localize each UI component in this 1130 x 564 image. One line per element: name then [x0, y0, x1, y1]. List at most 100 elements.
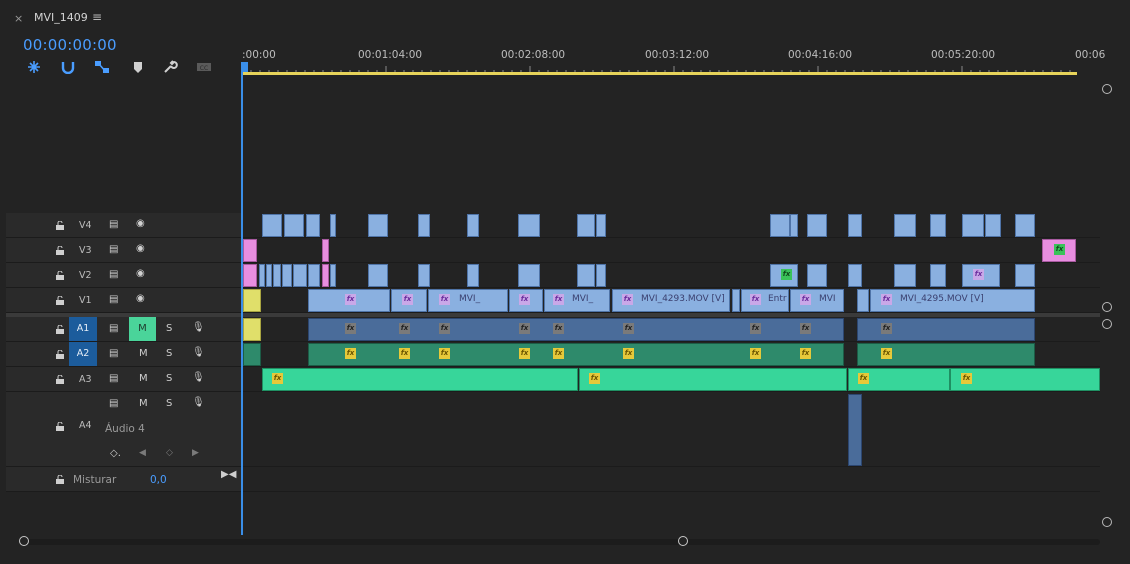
lock-icon[interactable]	[56, 324, 64, 334]
mic-icon[interactable]: 🎙	[192, 347, 205, 358]
work-area-bar[interactable]	[242, 72, 1077, 75]
snap-icon[interactable]	[60, 60, 76, 74]
add-marker-icon[interactable]	[130, 60, 146, 74]
lock-icon[interactable]	[56, 349, 64, 359]
timeline-tracks: V4 ▤ ◉ V3 ▤ ◉ V2 ▤ ◉ V1 ▤ ◉ A1 ▤ M S 🎙 A…	[6, 213, 1100, 493]
lock-icon[interactable]	[56, 270, 64, 280]
lane-v1[interactable]	[242, 288, 1100, 313]
menu-icon[interactable]: ≡	[92, 10, 102, 24]
scroll-handle[interactable]	[1102, 302, 1112, 312]
ruler-label: 00:05:20:00	[931, 49, 996, 61]
ruler-label: 00:04:16:00	[788, 49, 853, 61]
lane-a2[interactable]	[242, 342, 1100, 367]
nest-icon[interactable]	[26, 60, 42, 74]
ruler-label: 00:01:04:00	[358, 49, 423, 61]
lane-v2[interactable]	[242, 263, 1100, 288]
keyframe-options-icon[interactable]: ◇.	[110, 448, 121, 459]
time-ruler[interactable]: :00:00 00:01:04:00 00:02:08:00 00:03:12:…	[242, 44, 1105, 78]
scroll-handle[interactable]	[678, 536, 688, 546]
close-icon[interactable]: ×	[14, 12, 23, 25]
go-to-end-icon[interactable]: ▶◀	[221, 469, 236, 480]
track-header-a2: A2 ▤ M S 🎙	[6, 342, 242, 367]
mic-icon[interactable]: 🎙	[192, 372, 205, 383]
track-name: V4	[79, 220, 92, 231]
scroll-handle[interactable]	[19, 536, 29, 546]
track-header-a4: ▤ M S 🎙 A4 Áudio 4 ◇. ◀ ◇ ▶	[6, 392, 242, 467]
prev-keyframe-icon[interactable]: ◀	[139, 448, 146, 458]
next-keyframe-icon[interactable]: ▶	[192, 448, 199, 458]
scroll-handle[interactable]	[1102, 84, 1112, 94]
mute-button[interactable]: M	[139, 373, 148, 384]
sync-lock-icon[interactable]: ▤	[109, 398, 118, 409]
wrench-icon[interactable]	[162, 60, 178, 74]
lane-a1[interactable]	[242, 317, 1100, 342]
track-name: V1	[79, 295, 92, 306]
solo-button[interactable]: S	[166, 373, 172, 384]
eye-icon[interactable]: ◉	[136, 218, 145, 229]
track-name: V3	[79, 245, 92, 256]
eye-icon[interactable]: ◉	[136, 243, 145, 254]
mute-button[interactable]: M	[139, 348, 148, 359]
track-header-v1: V1 ▤ ◉	[6, 288, 242, 313]
track-header-v4: V4 ▤ ◉	[6, 213, 242, 238]
tab-bar: × MVI_1409 ≡	[0, 0, 1130, 34]
lock-icon[interactable]	[56, 421, 64, 431]
lock-icon[interactable]	[56, 245, 64, 255]
track-header-v2: V2 ▤ ◉	[6, 263, 242, 288]
playhead-timecode[interactable]: 00:00:00:00	[23, 36, 117, 54]
sync-lock-icon[interactable]: ▤	[109, 244, 118, 255]
scroll-handle[interactable]	[1102, 517, 1112, 527]
lock-icon[interactable]	[56, 295, 64, 305]
horizontal-zoom-scrollbar[interactable]	[16, 536, 1100, 548]
linked-selection-icon[interactable]	[94, 60, 110, 74]
mic-icon[interactable]: 🎙	[192, 397, 205, 408]
lock-icon[interactable]	[56, 220, 64, 230]
ruler-label: 00:03:12:00	[645, 49, 710, 61]
mix-volume-value[interactable]: 0,0	[150, 474, 167, 486]
lane-a4[interactable]	[242, 392, 1100, 467]
video-vertical-scrollbar[interactable]	[1100, 80, 1114, 312]
ruler-label: :00:00	[242, 49, 276, 61]
solo-button[interactable]: S	[166, 398, 172, 409]
playhead-line[interactable]	[241, 65, 243, 535]
sync-lock-icon[interactable]: ▤	[109, 323, 118, 334]
track-header-mix: Misturar 0,0 ▶◀	[6, 467, 242, 492]
lane-a3[interactable]	[242, 367, 1100, 392]
audio-vertical-scrollbar[interactable]	[1100, 314, 1114, 528]
mix-label: Misturar	[73, 474, 117, 486]
solo-button[interactable]: S	[166, 348, 172, 359]
sync-lock-icon[interactable]: ▤	[109, 219, 118, 230]
lane-mix[interactable]	[242, 467, 1100, 492]
source-target-a1[interactable]: A1	[69, 317, 97, 341]
source-target-a2[interactable]: A2	[69, 342, 97, 366]
track-header-a3: A3 ▤ M S 🎙	[6, 367, 242, 392]
track-name: A3	[79, 374, 92, 385]
track-header-v3: V3 ▤ ◉	[6, 238, 242, 263]
mic-icon[interactable]: 🎙	[192, 322, 205, 333]
lock-icon[interactable]	[56, 474, 64, 484]
track-name: V2	[79, 270, 92, 281]
ruler-label: 00:06	[1075, 49, 1106, 61]
mute-button[interactable]: M	[129, 317, 156, 341]
ruler-label: 00:02:08:00	[501, 49, 566, 61]
mute-button[interactable]: M	[139, 398, 148, 409]
sync-lock-icon[interactable]: ▤	[109, 373, 118, 384]
sync-lock-icon[interactable]: ▤	[109, 269, 118, 280]
track-header-a1: A1 ▤ M S 🎙	[6, 317, 242, 342]
scroll-handle[interactable]	[1102, 319, 1112, 329]
track-label: Áudio 4	[105, 423, 145, 435]
solo-button[interactable]: S	[166, 323, 172, 334]
add-keyframe-icon[interactable]: ◇	[166, 448, 173, 458]
eye-icon[interactable]: ◉	[136, 268, 145, 279]
sequence-title[interactable]: MVI_1409	[34, 11, 88, 24]
track-name: A4	[79, 420, 92, 431]
sync-lock-icon[interactable]: ▤	[109, 294, 118, 305]
lane-v4[interactable]	[242, 213, 1100, 238]
lock-icon[interactable]	[56, 374, 64, 384]
sync-lock-icon[interactable]: ▤	[109, 348, 118, 359]
lane-v3[interactable]	[242, 238, 1100, 263]
eye-icon[interactable]: ◉	[136, 293, 145, 304]
svg-text:CC: CC	[200, 65, 208, 72]
scroll-track[interactable]	[24, 539, 1100, 545]
captions-icon[interactable]: CC	[196, 60, 212, 74]
